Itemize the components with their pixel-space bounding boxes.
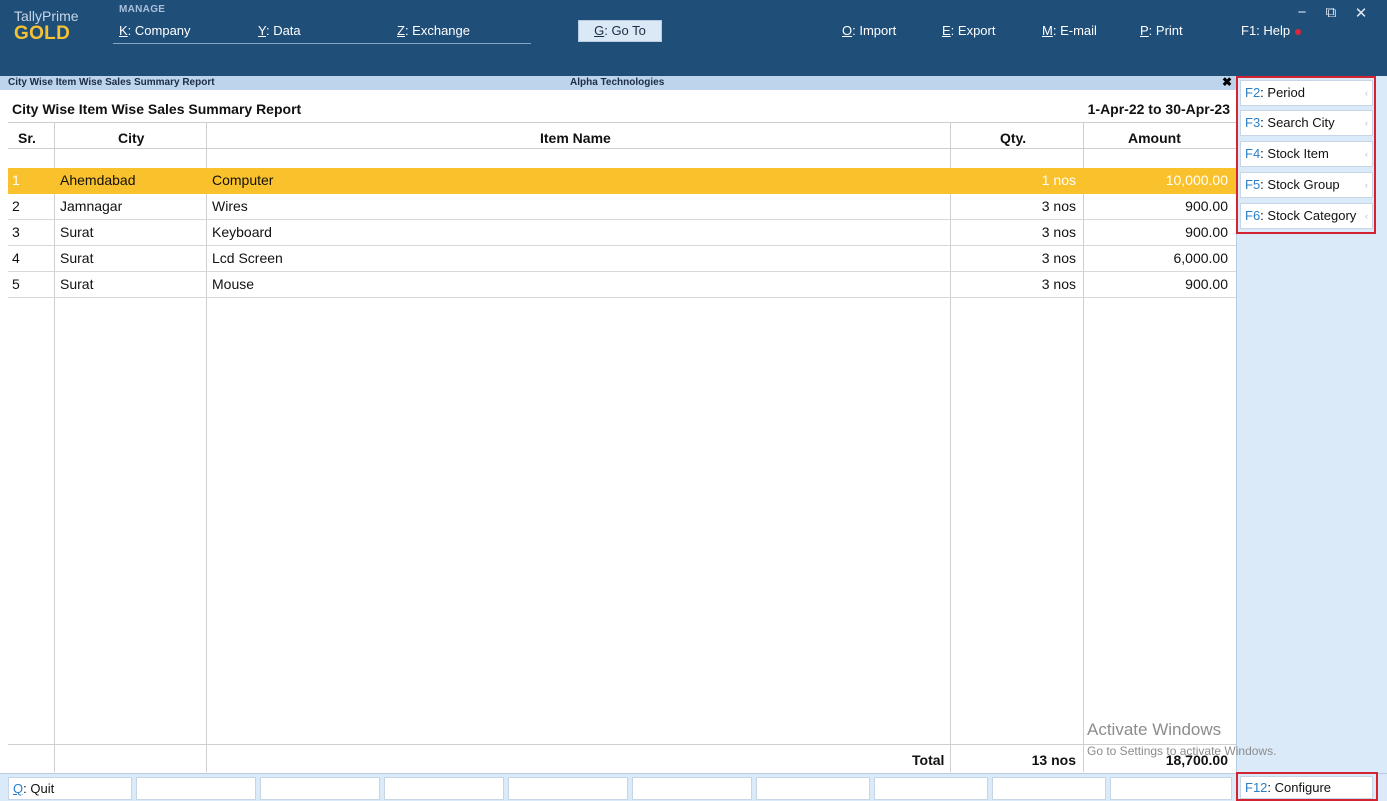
- watermark-line-2: Go to Settings to activate Windows.: [1087, 744, 1277, 758]
- table-row[interactable]: 4 Surat Lcd Screen 3 nos 6,000.00: [8, 246, 1236, 272]
- empty-button-slot: [992, 777, 1106, 800]
- row-city: Ahemdabad: [60, 172, 136, 188]
- row-sr: 1: [12, 172, 20, 188]
- total-qty: 13 nos: [1031, 752, 1076, 768]
- row-amount: 900.00: [1185, 224, 1228, 240]
- activate-windows-watermark: Activate Windows Go to Settings to activ…: [1087, 720, 1276, 758]
- restore-icon[interactable]: ⧉: [1319, 4, 1343, 21]
- empty-button-slot: [632, 777, 752, 800]
- manage-label: MANAGE: [119, 4, 166, 15]
- report-title-strip: City Wise Item Wise Sales Summary Report…: [0, 75, 1236, 90]
- row-qty: 3 nos: [1041, 198, 1076, 214]
- row-amount: 900.00: [1185, 198, 1228, 214]
- column-header-city: City: [118, 130, 145, 146]
- empty-button-slot: [1110, 777, 1232, 800]
- empty-button-slot: [756, 777, 870, 800]
- menu-email[interactable]: M: E-mail: [1042, 23, 1097, 38]
- column-header-amount: Amount: [1128, 130, 1181, 146]
- bottom-button-bar: Q: Quit: [0, 773, 1387, 801]
- highlight-box: [1236, 76, 1376, 234]
- goto-button[interactable]: G: Go To: [578, 20, 662, 42]
- menu-print[interactable]: P: Print: [1140, 23, 1183, 38]
- strip-company-name: Alpha Technologies: [570, 77, 665, 88]
- menu-data[interactable]: Y: Data: [258, 23, 301, 38]
- total-divider: [8, 744, 1236, 745]
- menu-export[interactable]: E: Export: [942, 23, 995, 38]
- empty-button-slot: [136, 777, 256, 800]
- row-amount: 6,000.00: [1173, 250, 1229, 266]
- row-divider: [8, 297, 1236, 298]
- row-qty: 3 nos: [1041, 224, 1076, 240]
- row-city: Surat: [60, 276, 94, 292]
- menu-import[interactable]: O: Import: [842, 23, 896, 38]
- top-menu-bar: TallyPrime GOLD MANAGE K: Company Y: Dat…: [0, 0, 1387, 76]
- manage-divider: [113, 43, 531, 44]
- row-sr: 5: [12, 276, 20, 292]
- row-item-name: Wires: [212, 198, 248, 214]
- table-row[interactable]: 1 Ahemdabad Computer 1 nos 10,000.00: [8, 168, 1236, 194]
- empty-button-slot: [508, 777, 628, 800]
- empty-button-slot: [874, 777, 988, 800]
- table-row[interactable]: 5 Surat Mouse 3 nos 900.00: [8, 272, 1236, 298]
- row-item-name: Computer: [212, 172, 274, 188]
- empty-button-slot: [384, 777, 504, 800]
- row-city: Surat: [60, 224, 94, 240]
- empty-button-slot: [260, 777, 380, 800]
- row-amount: 900.00: [1185, 276, 1228, 292]
- row-sr: 4: [12, 250, 20, 266]
- column-header-item-name: Item Name: [540, 130, 611, 146]
- quit-button[interactable]: Q: Quit: [8, 777, 132, 800]
- table-row[interactable]: 2 Jamnagar Wires 3 nos 900.00: [8, 194, 1236, 220]
- row-qty: 1 nos: [1041, 172, 1076, 188]
- row-qty: 3 nos: [1041, 250, 1076, 266]
- menu-exchange[interactable]: Z: Exchange: [397, 23, 470, 38]
- watermark-line-1: Activate Windows: [1087, 720, 1222, 739]
- report-period[interactable]: 1-Apr-22 to 30-Apr-23: [1088, 101, 1230, 117]
- column-header-sr: Sr.: [18, 130, 36, 146]
- row-city: Jamnagar: [60, 198, 123, 214]
- row-city: Surat: [60, 250, 94, 266]
- report-header: City Wise Item Wise Sales Summary Report…: [8, 90, 1236, 123]
- minimize-icon[interactable]: −: [1290, 4, 1314, 21]
- total-label: Total: [912, 752, 945, 768]
- app-edition: GOLD: [14, 23, 71, 44]
- row-item-name: Keyboard: [212, 224, 272, 240]
- close-window-icon[interactable]: ✕: [1349, 4, 1373, 22]
- header-divider: [8, 148, 1236, 149]
- row-sr: 3: [12, 224, 20, 240]
- table-row[interactable]: 3 Surat Keyboard 3 nos 900.00: [8, 220, 1236, 246]
- strip-report-name: City Wise Item Wise Sales Summary Report: [8, 77, 215, 88]
- row-sr: 2: [12, 198, 20, 214]
- column-header-qty: Qty.: [1000, 130, 1027, 146]
- menu-help[interactable]: F1: Help: [1241, 23, 1302, 38]
- row-item-name: Lcd Screen: [212, 250, 283, 266]
- highlight-box: [1236, 772, 1378, 801]
- report-title: City Wise Item Wise Sales Summary Report: [12, 101, 302, 117]
- close-report-icon[interactable]: ✖: [1222, 75, 1232, 89]
- row-amount: 10,000.00: [1165, 172, 1228, 188]
- row-item-name: Mouse: [212, 276, 255, 292]
- app-brand: TallyPrime GOLD: [14, 8, 79, 45]
- menu-company[interactable]: K: Company: [119, 23, 191, 38]
- notification-dot-icon: [1295, 28, 1302, 35]
- row-qty: 3 nos: [1041, 276, 1076, 292]
- report-panel: City Wise Item Wise Sales Summary Report…: [8, 90, 1236, 772]
- app-name: TallyPrime: [14, 8, 79, 24]
